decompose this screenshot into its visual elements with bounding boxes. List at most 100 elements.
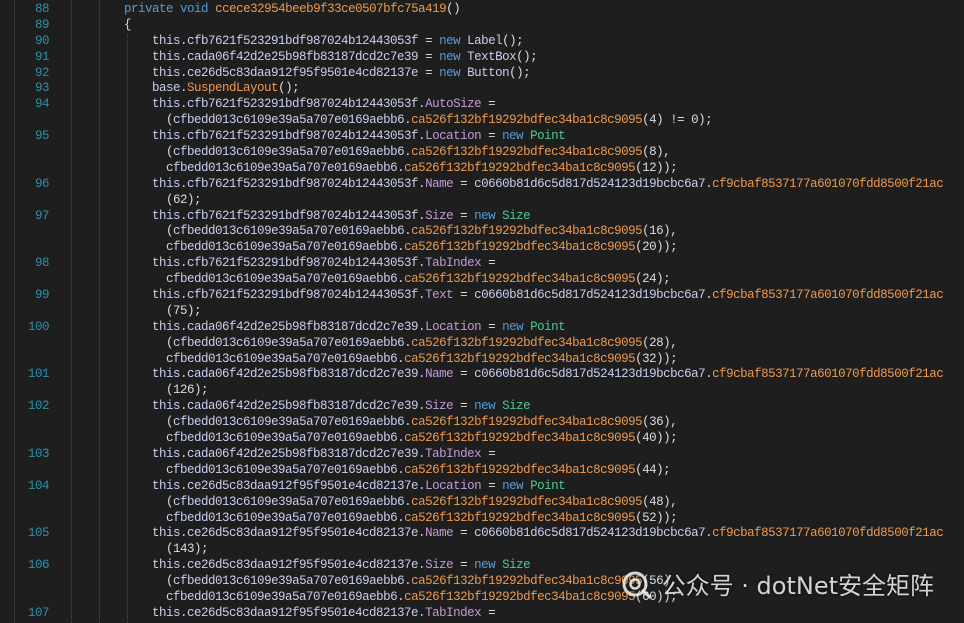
code-line[interactable]: cfbedd013c6109e39a5a707e0169aebb6.ca526f… xyxy=(0,240,964,256)
code-text: (cfbedd013c6109e39a5a707e0169aebb6.ca526… xyxy=(68,145,671,161)
code-line[interactable]: 104 this.ce26d5c83daa912f95f9501e4cd8213… xyxy=(0,479,964,495)
code-text: this.cada06f42d2e25b98fb83187dcd2c7e39.N… xyxy=(68,367,944,383)
code-token: cfbedd013c6109e39a5a707e0169aebb6. xyxy=(173,415,412,430)
code-line[interactable]: cfbedd013c6109e39a5a707e0169aebb6.ca526f… xyxy=(0,463,964,479)
code-text: cfbedd013c6109e39a5a707e0169aebb6.ca526f… xyxy=(68,511,678,527)
line-number: 96 xyxy=(34,176,50,191)
code-token: (8), xyxy=(642,145,671,160)
code-token: cfbedd013c6109e39a5a707e0169aebb6. xyxy=(173,335,412,350)
code-line[interactable]: cfbedd013c6109e39a5a707e0169aebb6.ca526f… xyxy=(0,272,964,288)
code-token: = xyxy=(453,558,475,573)
code-token: = xyxy=(481,256,496,271)
code-token: (143); xyxy=(166,542,209,557)
line-number: 90 xyxy=(34,33,50,48)
code-line[interactable]: 105 this.ce26d5c83daa912f95f9501e4cd8213… xyxy=(0,526,964,542)
line-number xyxy=(0,304,49,320)
code-line[interactable]: cfbedd013c6109e39a5a707e0169aebb6.ca526f… xyxy=(0,431,964,447)
code-token: cfbedd013c6109e39a5a707e0169aebb6. xyxy=(166,462,405,477)
code-line[interactable]: cfbedd013c6109e39a5a707e0169aebb6.ca526f… xyxy=(0,161,964,177)
code-token: (75); xyxy=(166,303,202,318)
code-line[interactable]: cfbedd013c6109e39a5a707e0169aebb6.ca526f… xyxy=(0,511,964,527)
code-line[interactable]: 99 this.cfb7621f523291bdf987024b12443053… xyxy=(0,288,964,304)
line-number xyxy=(0,193,49,209)
code-line[interactable]: 101 this.cada06f42d2e25b98fb83187dcd2c7e… xyxy=(0,367,964,383)
code-line[interactable]: 97 this.cfb7621f523291bdf987024b12443053… xyxy=(0,209,964,225)
code-line[interactable]: (cfbedd013c6109e39a5a707e0169aebb6.ca526… xyxy=(0,415,964,431)
code-line[interactable]: (cfbedd013c6109e39a5a707e0169aebb6.ca526… xyxy=(0,224,964,240)
code-line[interactable]: 100 this.cada06f42d2e25b98fb83187dcd2c7e… xyxy=(0,320,964,336)
code-token: this.cada06f42d2e25b98fb83187dcd2c7e39. xyxy=(152,446,426,461)
code-line[interactable]: (62); xyxy=(0,193,964,209)
code-line[interactable]: 88 private void ccece32954beeb9f33ce0507… xyxy=(0,2,964,18)
code-token: SuspendLayout xyxy=(187,81,279,96)
code-text: this.cfb7621f523291bdf987024b12443053f.N… xyxy=(68,176,944,193)
line-number xyxy=(0,224,49,240)
code-line[interactable]: 103 this.cada06f42d2e25b98fb83187dcd2c7e… xyxy=(0,447,964,463)
code-token: this.cada06f42d2e25b98fb83187dcd2c7e39. xyxy=(152,367,426,382)
code-token: TabIndex xyxy=(425,446,482,461)
code-token: this.cada06f42d2e25b98fb83187dcd2c7e39 xyxy=(152,49,419,64)
code-line[interactable]: 96 this.cfb7621f523291bdf987024b12443053… xyxy=(0,177,964,193)
code-line[interactable]: 107 this.ce26d5c83daa912f95f9501e4cd8213… xyxy=(0,606,964,622)
code-token: this.cfb7621f523291bdf987024b12443053f. xyxy=(152,256,426,271)
code-token: ca526f132bf19292bdfec34ba1c8c9095 xyxy=(411,113,643,128)
code-token: new xyxy=(502,319,524,334)
code-line[interactable]: 95 this.cfb7621f523291bdf987024b12443053… xyxy=(0,129,964,145)
code-line[interactable]: 94 this.cfb7621f523291bdf987024b12443053… xyxy=(0,97,964,113)
code-token: = xyxy=(453,208,475,223)
code-token: (20)); xyxy=(635,240,678,255)
code-line[interactable]: (143); xyxy=(0,542,964,558)
code-text: cfbedd013c6109e39a5a707e0169aebb6.ca526f… xyxy=(68,590,678,606)
code-line[interactable]: cfbedd013c6109e39a5a707e0169aebb6.ca526f… xyxy=(0,352,964,368)
code-token: this.ce26d5c83daa912f95f9501e4cd82137e. xyxy=(152,558,426,573)
code-text: this.cfb7621f523291bdf987024b12443053f.T… xyxy=(68,288,944,304)
code-line[interactable]: (cfbedd013c6109e39a5a707e0169aebb6.ca526… xyxy=(0,145,964,161)
code-token: c0660b81d6c5d817d524123d19bcbc6a7. xyxy=(474,176,713,191)
code-line[interactable]: (126); xyxy=(0,383,964,399)
code-line[interactable]: (cfbedd013c6109e39a5a707e0169aebb6.ca526… xyxy=(0,495,964,511)
line-number: 95 xyxy=(34,129,50,144)
code-text: this.cfb7621f523291bdf987024b12443053f =… xyxy=(68,33,524,50)
code-token: = xyxy=(481,129,503,144)
code-line[interactable]: (cfbedd013c6109e39a5a707e0169aebb6.ca526… xyxy=(0,336,964,352)
code-text: this.cada06f42d2e25b98fb83187dcd2c7e39 =… xyxy=(68,49,538,66)
code-line[interactable]: 92 this.ce26d5c83daa912f95f9501e4cd82137… xyxy=(0,66,964,82)
code-token: ca526f132bf19292bdfec34ba1c8c9095 xyxy=(404,240,636,255)
code-line[interactable]: (75); xyxy=(0,304,964,320)
code-token: new xyxy=(439,33,461,48)
code-line[interactable]: 90 this.cfb7621f523291bdf987024b12443053… xyxy=(0,34,964,50)
code-token: this.ce26d5c83daa912f95f9501e4cd82137e. xyxy=(152,605,426,620)
code-token: = xyxy=(453,176,475,191)
line-number xyxy=(0,574,49,590)
code-token: Point xyxy=(530,319,566,334)
code-token: (62); xyxy=(166,192,202,207)
code-token: this.cada06f42d2e25b98fb83187dcd2c7e39. xyxy=(152,399,426,414)
code-token: = xyxy=(453,288,475,303)
code-line[interactable]: 89 { xyxy=(0,18,964,34)
code-token: void xyxy=(180,2,209,16)
code-line[interactable]: 98 this.cfb7621f523291bdf987024b12443053… xyxy=(0,256,964,272)
code-token: (28), xyxy=(642,335,678,350)
code-token: new xyxy=(502,478,524,493)
code-line[interactable]: 102 this.cada06f42d2e25b98fb83187dcd2c7e… xyxy=(0,399,964,415)
line-number: 105 xyxy=(27,526,50,541)
line-number xyxy=(0,336,49,352)
code-line[interactable]: (cfbedd013c6109e39a5a707e0169aebb6.ca526… xyxy=(0,113,964,129)
line-number xyxy=(0,161,49,177)
line-number xyxy=(0,590,49,606)
code-token: this.cfb7621f523291bdf987024b12443053f. xyxy=(152,97,426,112)
line-number xyxy=(0,463,49,479)
code-token: Location xyxy=(425,319,482,334)
code-editor[interactable]: 88 private void ccece32954beeb9f33ce0507… xyxy=(0,2,964,623)
code-line[interactable]: 91 this.cada06f42d2e25b98fb83187dcd2c7e3… xyxy=(0,50,964,66)
code-line[interactable]: 93 base.SuspendLayout(); xyxy=(0,81,964,97)
